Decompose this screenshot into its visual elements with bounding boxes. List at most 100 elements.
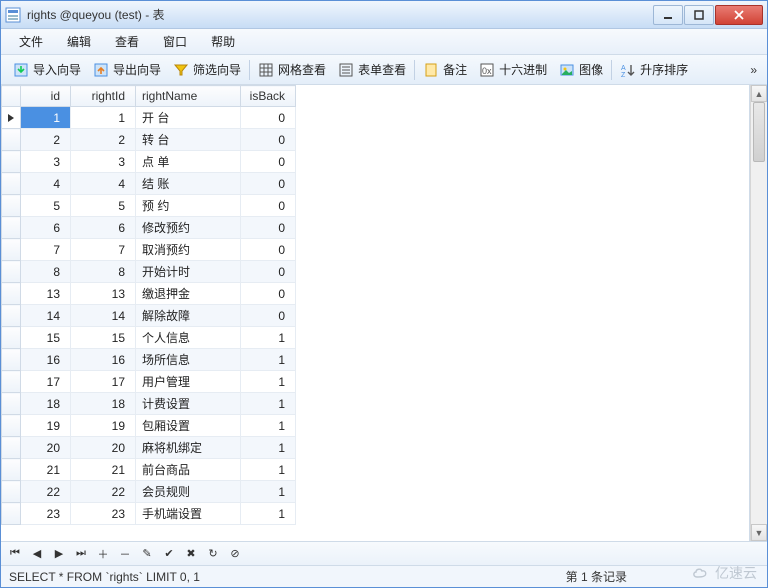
cell-rightName[interactable]: 场所信息 [136, 349, 241, 371]
cell-rightId[interactable]: 14 [71, 305, 136, 327]
cell-isBack[interactable]: 0 [241, 217, 296, 239]
cell-id[interactable]: 2 [21, 129, 71, 151]
cell-id[interactable]: 21 [21, 459, 71, 481]
cell-rightName[interactable]: 解除故障 [136, 305, 241, 327]
cell-rightId[interactable]: 15 [71, 327, 136, 349]
cell-id[interactable]: 22 [21, 481, 71, 503]
table-row[interactable]: 1919包厢设置1 [2, 415, 296, 437]
cell-id[interactable]: 16 [21, 349, 71, 371]
row-indicator[interactable] [2, 173, 21, 195]
cell-isBack[interactable]: 1 [241, 393, 296, 415]
edit-record-button[interactable]: ✎ [139, 546, 155, 562]
table-row[interactable]: 33点 单0 [2, 151, 296, 173]
minimize-button[interactable] [653, 5, 683, 25]
cell-rightName[interactable]: 包厢设置 [136, 415, 241, 437]
row-indicator[interactable] [2, 107, 21, 129]
cell-rightId[interactable]: 13 [71, 283, 136, 305]
cell-rightId[interactable]: 20 [71, 437, 136, 459]
cell-rightId[interactable]: 22 [71, 481, 136, 503]
cell-id[interactable]: 20 [21, 437, 71, 459]
cell-id[interactable]: 8 [21, 261, 71, 283]
row-indicator[interactable] [2, 481, 21, 503]
maximize-button[interactable] [684, 5, 714, 25]
scroll-thumb[interactable] [753, 102, 765, 162]
table-row[interactable]: 1616场所信息1 [2, 349, 296, 371]
table-row[interactable]: 1515个人信息1 [2, 327, 296, 349]
table-row[interactable]: 1313缴退押金0 [2, 283, 296, 305]
vertical-scrollbar[interactable]: ▲ ▼ [750, 85, 767, 541]
menu-view[interactable]: 查看 [103, 29, 151, 54]
next-record-button[interactable]: ▶ [51, 546, 67, 562]
cell-rightName[interactable]: 缴退押金 [136, 283, 241, 305]
hex-button[interactable]: 0x 十六进制 [473, 59, 553, 80]
toolbar-overflow-button[interactable]: » [746, 63, 761, 77]
cell-id[interactable]: 15 [21, 327, 71, 349]
cell-rightId[interactable]: 23 [71, 503, 136, 525]
table-row[interactable]: 1818计费设置1 [2, 393, 296, 415]
cell-id[interactable]: 23 [21, 503, 71, 525]
form-view-button[interactable]: 表单查看 [332, 59, 412, 80]
cell-rightName[interactable]: 结 账 [136, 173, 241, 195]
delete-record-button[interactable]: － [117, 546, 133, 562]
cell-isBack[interactable]: 1 [241, 459, 296, 481]
cell-id[interactable]: 4 [21, 173, 71, 195]
last-record-button[interactable]: ⏭ [73, 546, 89, 562]
cell-rightName[interactable]: 转 台 [136, 129, 241, 151]
row-indicator[interactable] [2, 349, 21, 371]
cell-rightName[interactable]: 取消预约 [136, 239, 241, 261]
cell-isBack[interactable]: 0 [241, 239, 296, 261]
row-indicator[interactable] [2, 129, 21, 151]
column-header-isBack[interactable]: isBack [241, 86, 296, 107]
table-row[interactable]: 77取消预约0 [2, 239, 296, 261]
cancel-button[interactable]: ✖ [183, 546, 199, 562]
table-row[interactable]: 2020麻将机绑定1 [2, 437, 296, 459]
import-wizard-button[interactable]: 导入向导 [7, 59, 87, 80]
cell-rightId[interactable]: 18 [71, 393, 136, 415]
refresh-button[interactable]: ↻ [205, 546, 221, 562]
cell-rightId[interactable]: 1 [71, 107, 136, 129]
menu-window[interactable]: 窗口 [151, 29, 199, 54]
cell-isBack[interactable]: 0 [241, 107, 296, 129]
cell-isBack[interactable]: 0 [241, 305, 296, 327]
row-indicator[interactable] [2, 217, 21, 239]
cell-id[interactable]: 3 [21, 151, 71, 173]
cell-rightName[interactable]: 会员规则 [136, 481, 241, 503]
cell-id[interactable]: 6 [21, 217, 71, 239]
row-indicator[interactable] [2, 415, 21, 437]
cell-rightId[interactable]: 7 [71, 239, 136, 261]
scroll-up-button[interactable]: ▲ [751, 85, 767, 102]
table-row[interactable]: 1717用户管理1 [2, 371, 296, 393]
cell-id[interactable]: 13 [21, 283, 71, 305]
cell-isBack[interactable]: 1 [241, 371, 296, 393]
cell-isBack[interactable]: 1 [241, 327, 296, 349]
cell-isBack[interactable]: 1 [241, 503, 296, 525]
row-indicator[interactable] [2, 371, 21, 393]
table-row[interactable]: 55预 约0 [2, 195, 296, 217]
cell-rightId[interactable]: 2 [71, 129, 136, 151]
cell-isBack[interactable]: 1 [241, 349, 296, 371]
cell-isBack[interactable]: 0 [241, 151, 296, 173]
cell-rightId[interactable]: 8 [71, 261, 136, 283]
cell-rightId[interactable]: 6 [71, 217, 136, 239]
column-header-rightName[interactable]: rightName [136, 86, 241, 107]
table-row[interactable]: 66修改预约0 [2, 217, 296, 239]
stop-button[interactable]: ⊘ [227, 546, 243, 562]
cell-isBack[interactable]: 0 [241, 283, 296, 305]
cell-rightName[interactable]: 麻将机绑定 [136, 437, 241, 459]
cell-rightName[interactable]: 修改预约 [136, 217, 241, 239]
table-row[interactable]: 2222会员规则1 [2, 481, 296, 503]
row-indicator[interactable] [2, 459, 21, 481]
memo-button[interactable]: 备注 [417, 59, 473, 80]
column-header-id[interactable]: id [21, 86, 71, 107]
menu-file[interactable]: 文件 [7, 29, 55, 54]
sort-asc-button[interactable]: AZ 升序排序 [614, 59, 694, 80]
scroll-track[interactable] [751, 102, 767, 524]
row-indicator[interactable] [2, 327, 21, 349]
filter-wizard-button[interactable]: 筛选向导 [167, 59, 247, 80]
cell-rightName[interactable]: 开 台 [136, 107, 241, 129]
cell-rightName[interactable]: 点 单 [136, 151, 241, 173]
cell-rightId[interactable]: 17 [71, 371, 136, 393]
cell-rightName[interactable]: 计费设置 [136, 393, 241, 415]
row-indicator[interactable] [2, 261, 21, 283]
first-record-button[interactable]: ⏮ [7, 546, 23, 562]
